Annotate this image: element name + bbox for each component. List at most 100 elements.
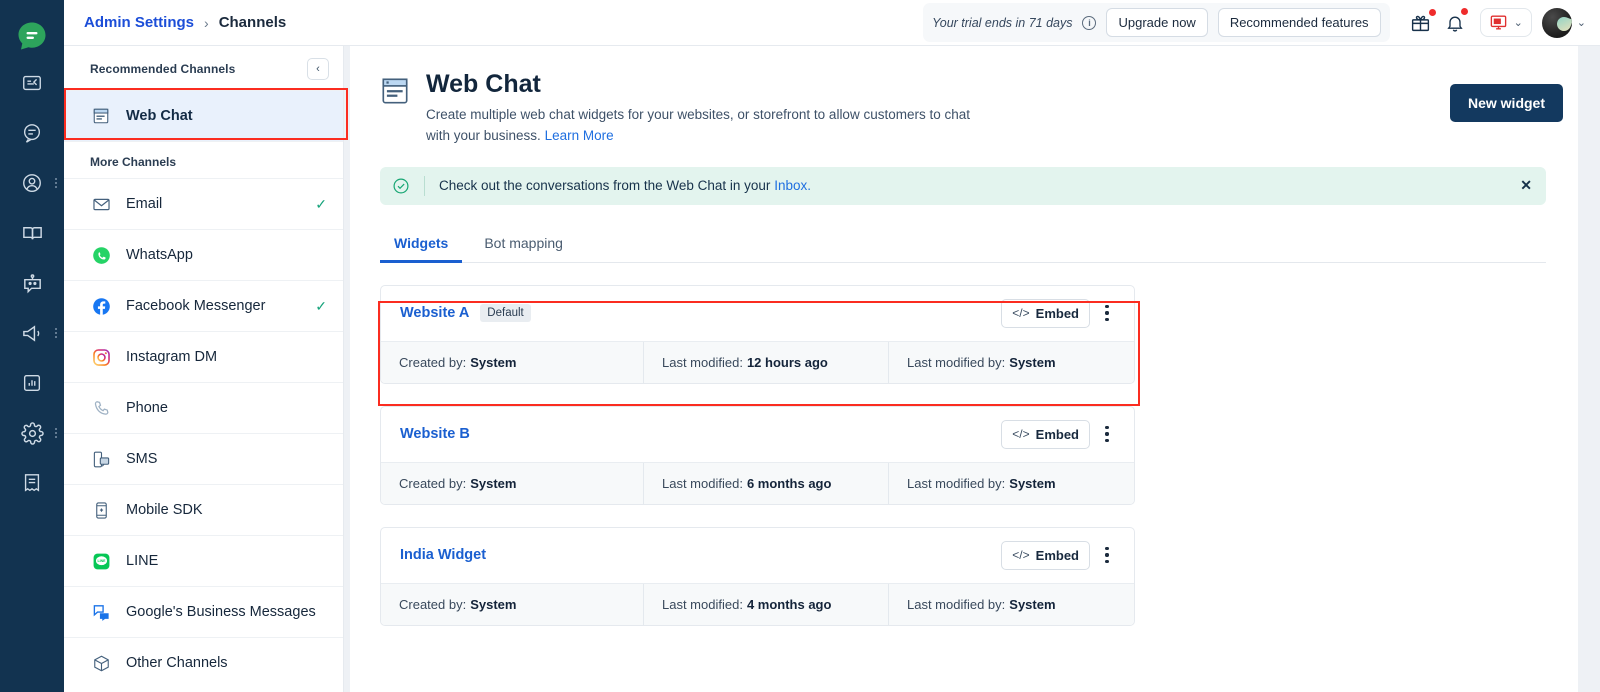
- instagram-icon: [90, 348, 112, 367]
- banner-text: Check out the conversations from the Web…: [439, 178, 811, 193]
- last-modified-label: Last modified:: [662, 475, 743, 491]
- facebook-icon: [90, 297, 112, 316]
- line-icon: LINE: [90, 552, 112, 571]
- banner-close-icon[interactable]: ✕: [1520, 177, 1532, 194]
- rail-item-conversations[interactable]: [0, 108, 64, 158]
- new-widget-button[interactable]: New widget: [1449, 84, 1563, 122]
- embed-button[interactable]: </> Embed: [1001, 540, 1090, 570]
- notification-badge-dot: [1460, 7, 1468, 15]
- sidebar-item-label: Google's Business Messages: [126, 604, 316, 620]
- rail-item-knowledge-base[interactable]: [0, 208, 64, 258]
- embed-button[interactable]: </> Embed: [1001, 419, 1090, 449]
- upgrade-now-button[interactable]: Upgrade now: [1106, 8, 1208, 37]
- rail-item-reports[interactable]: [0, 358, 64, 408]
- widget-card-actions: </> Embed: [1001, 540, 1120, 570]
- inbox-link[interactable]: Inbox.: [774, 178, 811, 193]
- conversations-icon: [23, 124, 41, 143]
- sidebar-item-label: Other Channels: [126, 655, 228, 671]
- page-header: Web Chat Create multiple web chat widget…: [380, 70, 1563, 147]
- phone-icon: [90, 399, 112, 418]
- rail-item-settings[interactable]: [0, 408, 64, 458]
- embed-button[interactable]: </> Embed: [1001, 298, 1090, 328]
- rail-item-campaigns[interactable]: [0, 308, 64, 358]
- widget-more-menu-icon[interactable]: [1094, 542, 1120, 568]
- widget-card: Website B </> Embed Created by: System L…: [380, 405, 1135, 505]
- widget-list: Website A Default </> Embed Created by: …: [380, 284, 1563, 626]
- breadcrumb-current: Channels: [218, 14, 287, 31]
- gift-button[interactable]: [1404, 6, 1438, 40]
- body: Recommended Channels ‹ Web Chat More Cha…: [64, 46, 1600, 692]
- chat-bubble-logo-icon: [18, 22, 46, 50]
- widget-card-meta: Created by: System Last modified: 12 hou…: [381, 340, 1134, 383]
- breadcrumb-separator-icon: ›: [204, 14, 209, 31]
- sidebar-item-web-chat[interactable]: Web Chat: [64, 90, 343, 141]
- notifications-button[interactable]: [1438, 6, 1472, 40]
- sidebar-item-phone[interactable]: Phone: [64, 382, 343, 433]
- code-icon: </>: [1012, 548, 1030, 563]
- sidebar-item-whatsapp[interactable]: WhatsApp: [64, 229, 343, 280]
- last-modified-by-label: Last modified by:: [907, 354, 1006, 370]
- connected-check-icon: ✓: [315, 195, 327, 212]
- widget-more-menu-icon[interactable]: [1094, 300, 1120, 326]
- rail-item-inbox[interactable]: [0, 58, 64, 108]
- device-chevron-down-icon: ⌄: [1513, 17, 1523, 29]
- sidebar-item-google-business-messages[interactable]: Google's Business Messages: [64, 586, 343, 637]
- last-modified-by-meta: Last modified by: System: [888, 583, 1134, 625]
- widget-card-meta: Created by: System Last modified: 6 mont…: [381, 461, 1134, 504]
- code-icon: </>: [1012, 427, 1030, 442]
- sidebar-item-sms[interactable]: SMS: [64, 433, 343, 484]
- whatsapp-icon: [90, 246, 112, 265]
- campaigns-icon: [22, 324, 39, 342]
- banner-divider: [424, 175, 425, 196]
- svg-text:LINE: LINE: [97, 558, 106, 562]
- recommended-channels-title: Recommended Channels: [90, 62, 236, 76]
- last-modified-by-value: System: [1009, 475, 1056, 491]
- info-icon[interactable]: i: [1082, 15, 1097, 30]
- sidebar-item-mobile-sdk[interactable]: Mobile SDK: [64, 484, 343, 535]
- created-by-value: System: [470, 354, 517, 370]
- widget-more-menu-icon[interactable]: [1094, 421, 1120, 447]
- avatar: [1541, 7, 1572, 38]
- last-modified-by-meta: Last modified by: System: [888, 341, 1134, 383]
- sidebar-item-instagram-dm[interactable]: Instagram DM: [64, 331, 343, 382]
- widget-name-link[interactable]: Website B: [400, 426, 470, 442]
- embed-label: Embed: [1035, 426, 1079, 442]
- last-modified-by-label: Last modified by:: [907, 475, 1006, 491]
- app-logo[interactable]: [0, 14, 64, 58]
- banner-message: Check out the conversations from the Web…: [439, 178, 771, 194]
- page-scrollbar-track[interactable]: [1578, 46, 1600, 692]
- sidebar-item-label: SMS: [126, 451, 158, 467]
- learn-more-link[interactable]: Learn More: [545, 128, 614, 143]
- rail-overflow-dots[interactable]: [55, 178, 57, 188]
- sidebar-item-email[interactable]: Email ✓: [64, 178, 343, 229]
- primary-nav-rail: [0, 0, 64, 692]
- sidebar-item-label: Facebook Messenger: [126, 298, 266, 314]
- sidebar-item-other-channels[interactable]: Other Channels: [64, 637, 343, 688]
- rail-overflow-dots[interactable]: [55, 328, 57, 338]
- rail-overflow-dots[interactable]: [55, 428, 57, 438]
- content-tabs: Widgets Bot mapping: [380, 227, 1546, 263]
- last-modified-value: 12 hours ago: [746, 354, 828, 370]
- device-selector[interactable]: ⌄: [1479, 8, 1532, 37]
- sidebar-item-line[interactable]: LINE LINE: [64, 535, 343, 586]
- tab-widgets[interactable]: Widgets: [380, 227, 463, 263]
- created-by-label: Created by:: [399, 354, 467, 370]
- channels-sidebar: Recommended Channels ‹ Web Chat More Cha…: [64, 46, 344, 692]
- widget-name-link[interactable]: Website A: [400, 305, 469, 321]
- tab-bot-mapping[interactable]: Bot mapping: [470, 227, 577, 262]
- recommended-features-button[interactable]: Recommended features: [1217, 8, 1381, 37]
- widget-name-link[interactable]: India Widget: [400, 547, 486, 563]
- page-description: Create multiple web chat widgets for you…: [426, 105, 986, 147]
- created-by-meta: Created by: System: [381, 342, 643, 383]
- sidebar-item-facebook-messenger[interactable]: Facebook Messenger ✓: [64, 280, 343, 331]
- contacts-icon: [23, 174, 41, 192]
- collapse-sidebar-button[interactable]: ‹: [307, 58, 329, 80]
- rail-item-bot[interactable]: [0, 258, 64, 308]
- breadcrumb-admin-settings[interactable]: Admin Settings: [84, 14, 194, 31]
- user-menu[interactable]: ⌄: [1541, 7, 1586, 38]
- last-modified-value: 6 months ago: [746, 475, 832, 491]
- rail-item-notes[interactable]: [0, 458, 64, 508]
- settings-icon: [20, 421, 44, 445]
- rail-item-contacts[interactable]: [0, 158, 64, 208]
- sidebar-item-label: Instagram DM: [126, 349, 218, 365]
